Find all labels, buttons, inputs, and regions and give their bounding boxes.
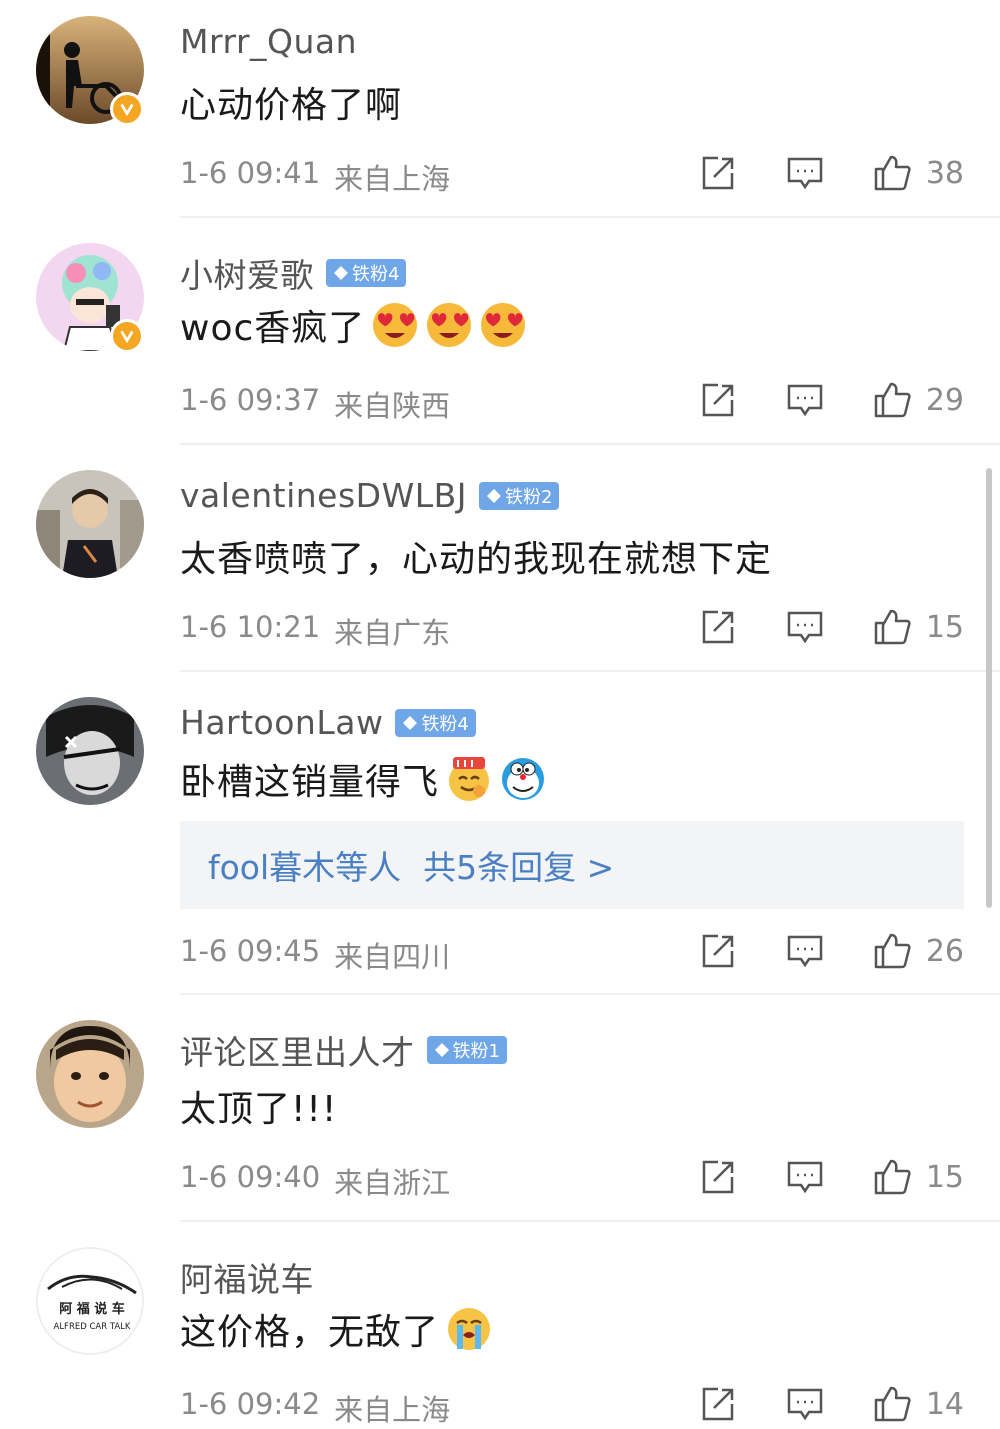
verified-v-icon <box>110 92 144 126</box>
divider <box>180 993 1000 995</box>
comment-icon[interactable] <box>785 1157 825 1197</box>
timestamp: 1-6 09:45 <box>180 934 321 968</box>
comment-icon[interactable] <box>785 153 825 193</box>
timestamp: 1-6 09:41 <box>180 156 321 190</box>
location: 来自上海 <box>334 1393 451 1427</box>
like-count: 29 <box>925 382 964 418</box>
like-count: 15 <box>925 609 964 645</box>
divider <box>180 443 1000 445</box>
avatar[interactable] <box>36 1020 144 1128</box>
divider <box>180 1220 1000 1222</box>
replies-authors: fool暮木等人 <box>208 848 402 887</box>
replies-count: 共5条回复 > <box>423 848 615 887</box>
thumbs-up-icon[interactable] <box>872 1157 912 1197</box>
location: 来自广东 <box>334 616 451 650</box>
like-count: 14 <box>925 1386 964 1422</box>
location: 来自浙江 <box>334 1166 451 1200</box>
avatar[interactable] <box>36 697 144 805</box>
location: 来自四川 <box>334 940 451 974</box>
verified-v-icon <box>110 319 144 353</box>
share-icon[interactable] <box>698 380 738 420</box>
fan-badge: 铁粉1 <box>426 1036 507 1064</box>
timestamp: 1-6 10:21 <box>180 610 321 644</box>
thumbs-up-icon[interactable] <box>872 607 912 647</box>
comment-text: 这价格，无敌了 <box>180 1303 493 1355</box>
comment-icon[interactable] <box>785 607 825 647</box>
username[interactable]: 小树爱歌 <box>180 249 314 297</box>
username[interactable]: 阿福说车 <box>180 1253 314 1301</box>
thumbs-up-icon[interactable] <box>872 931 912 971</box>
comment-text: 心动价格了啊 <box>180 85 403 126</box>
comment-icon[interactable] <box>785 931 825 971</box>
thumbs-up-icon[interactable] <box>872 1384 912 1424</box>
share-icon[interactable] <box>698 153 738 193</box>
comment-meta: 1-6 09:45 来自四川 <box>180 934 450 976</box>
thumbs-up-icon[interactable] <box>872 153 912 193</box>
like-count: 15 <box>925 1159 964 1195</box>
timestamp: 1-6 09:37 <box>180 383 321 417</box>
share-icon[interactable] <box>698 1157 738 1197</box>
location: 来自陕西 <box>334 389 451 423</box>
like-count: 26 <box>925 933 964 969</box>
share-icon[interactable] <box>698 931 738 971</box>
share-icon[interactable] <box>698 607 738 647</box>
avatar[interactable] <box>36 470 144 578</box>
666-emoji <box>449 757 490 801</box>
diamond-icon <box>334 266 348 280</box>
avatar[interactable]: 阿 福 说 车 ALFRED CAR TALK <box>36 1247 144 1355</box>
fan-badge: 铁粉4 <box>326 259 407 287</box>
avatar-logo-text: 阿 福 说 车 <box>59 1301 125 1317</box>
username[interactable]: HartoonLaw <box>180 703 383 742</box>
replies-link[interactable]: fool暮木等人 共5条回复 > <box>180 821 964 909</box>
heart-eyes-emoji <box>373 303 418 347</box>
comment-meta: 1-6 10:21 来自广东 <box>180 610 450 652</box>
diamond-icon <box>486 488 501 503</box>
comment-icon[interactable] <box>785 1384 825 1424</box>
like-count: 38 <box>925 155 964 191</box>
scrollbar[interactable] <box>986 468 992 908</box>
comment-icon[interactable] <box>785 380 825 420</box>
divider <box>180 670 1000 672</box>
comment-text: 太香喷喷了，心动的我现在就想下定 <box>180 539 773 580</box>
comment-meta: 1-6 09:40 来自浙江 <box>180 1160 450 1202</box>
avatar-logo-subtext: ALFRED CAR TALK <box>54 1322 131 1332</box>
divider <box>180 216 1000 218</box>
doraemon-emoji <box>502 758 545 800</box>
diamond-icon <box>403 715 418 730</box>
fan-badge: 铁粉4 <box>395 708 476 737</box>
crying-emoji <box>448 1308 491 1350</box>
share-icon[interactable] <box>698 1384 738 1424</box>
comment-text: 太顶了!!! <box>180 1089 338 1130</box>
comment-meta: 1-6 09:42 来自上海 <box>180 1387 450 1429</box>
heart-eyes-emoji <box>427 303 472 347</box>
diamond-icon <box>434 1043 449 1057</box>
username[interactable]: 评论区里出人才 <box>180 1026 415 1074</box>
location: 来自上海 <box>334 162 451 196</box>
timestamp: 1-6 09:40 <box>180 1160 321 1194</box>
comment-meta: 1-6 09:41 来自上海 <box>180 156 450 198</box>
thumbs-up-icon[interactable] <box>872 380 912 420</box>
fan-badge: 铁粉2 <box>478 481 560 510</box>
comment-text: woc香疯了 <box>180 299 527 351</box>
comment-meta: 1-6 09:37 来自陕西 <box>180 383 450 425</box>
username[interactable]: valentinesDWLBJ <box>180 476 467 515</box>
comment-text: 卧槽这销量得飞 <box>180 753 547 805</box>
timestamp: 1-6 09:42 <box>180 1387 321 1421</box>
username[interactable]: Mrrr_Quan <box>180 22 357 61</box>
heart-eyes-emoji <box>481 303 526 347</box>
